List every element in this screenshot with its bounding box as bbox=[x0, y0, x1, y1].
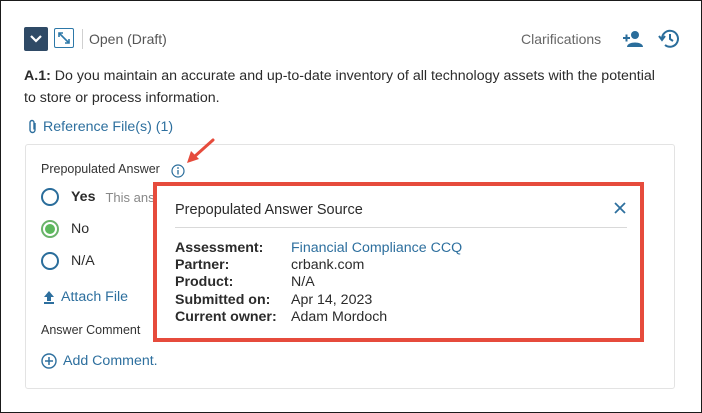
assessment-link[interactable]: Financial Compliance CCQ bbox=[291, 240, 462, 257]
assign-user-button[interactable] bbox=[621, 27, 645, 51]
paperclip-icon bbox=[29, 119, 36, 134]
expand-button[interactable] bbox=[54, 28, 74, 48]
reference-files-label: Reference File(s) (1) bbox=[43, 119, 174, 135]
info-icon[interactable] bbox=[171, 164, 185, 178]
option-na-label: N/A bbox=[71, 253, 95, 269]
reference-files-link[interactable]: Reference File(s) (1) bbox=[27, 119, 173, 135]
detail-value: crbank.com bbox=[291, 257, 365, 274]
option-no-label: No bbox=[71, 221, 90, 237]
question-text: A.1: Do you maintain an accurate and up-… bbox=[24, 65, 664, 109]
upload-icon bbox=[44, 290, 54, 304]
radio-yes[interactable] bbox=[41, 188, 59, 206]
radio-na[interactable] bbox=[41, 252, 59, 270]
detail-value: Apr 14, 2023 bbox=[291, 291, 373, 308]
plus-circle-icon bbox=[41, 353, 57, 369]
detail-key: Product: bbox=[175, 274, 234, 291]
question-id: A.1: bbox=[24, 68, 51, 84]
answer-comment-label: Answer Comment bbox=[41, 323, 141, 337]
add-person-icon bbox=[623, 31, 643, 47]
history-button[interactable] bbox=[657, 27, 681, 51]
collapse-button[interactable] bbox=[24, 27, 48, 51]
radio-selected-dot bbox=[45, 224, 55, 234]
detail-key: Current owner: bbox=[175, 308, 277, 325]
detail-key: Submitted on: bbox=[175, 291, 271, 308]
detail-key: Assessment: bbox=[175, 240, 264, 256]
question-panel: Open (Draft) Clarifications A.1: Do you … bbox=[0, 0, 702, 413]
prepopulated-answer-label: Prepopulated Answer bbox=[41, 162, 160, 176]
answer-option-yes[interactable]: Yes This answ bbox=[41, 188, 164, 206]
popover-details: Assessment: Financial Compliance CCQ Par… bbox=[175, 240, 462, 326]
option-yes-label: Yes bbox=[71, 189, 96, 205]
add-comment-button[interactable]: Add Comment. bbox=[41, 353, 158, 369]
chevron-down-icon bbox=[30, 35, 42, 43]
expand-arrows-icon bbox=[58, 32, 70, 44]
detail-value: Adam Mordoch bbox=[291, 308, 388, 325]
prepopulated-source-popover: Prepopulated Answer Source Assessment: F… bbox=[153, 182, 644, 342]
detail-value: N/A bbox=[291, 274, 315, 291]
attach-file-label: Attach File bbox=[61, 289, 129, 305]
detail-key: Partner: bbox=[175, 257, 230, 274]
answer-option-na[interactable]: N/A bbox=[41, 252, 95, 270]
annotation-arrow-icon bbox=[187, 138, 215, 163]
answer-option-no[interactable]: No bbox=[41, 220, 89, 238]
close-icon[interactable] bbox=[612, 200, 628, 216]
status-text: Open (Draft) bbox=[89, 31, 167, 47]
question-body: Do you maintain an accurate and up-to-da… bbox=[24, 68, 655, 106]
attach-file-button[interactable]: Attach File bbox=[43, 289, 128, 305]
clarifications-link[interactable]: Clarifications bbox=[521, 31, 601, 47]
radio-no[interactable] bbox=[41, 220, 59, 238]
status-divider bbox=[82, 29, 83, 49]
popover-divider bbox=[175, 227, 627, 228]
add-comment-label: Add Comment. bbox=[63, 353, 158, 369]
popover-title: Prepopulated Answer Source bbox=[175, 202, 363, 218]
history-icon bbox=[658, 29, 679, 48]
